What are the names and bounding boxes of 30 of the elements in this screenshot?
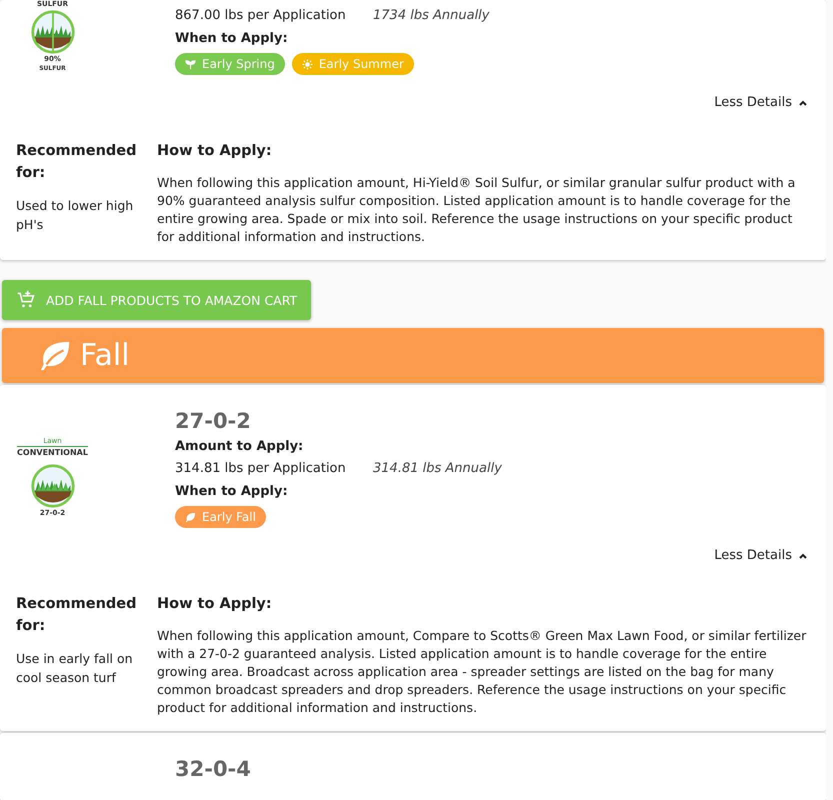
- when-to-apply-label: When to Apply:: [175, 484, 289, 499]
- less-details-toggle[interactable]: Less Details: [714, 95, 808, 110]
- product-title: 27-0-2: [175, 409, 252, 433]
- instructions-text: When following this application amount, Hi-Yield® Soil Sulfur, or similar granular sulfur product with a 90% guaranteed analysis sulfur composition. Listed application amount is to handle coverage for the entire growing area. Spade or mix into soil. Reference the usage instructions on your specific product for additional information and instructions.: [157, 174, 796, 246]
- recommended-text: Used to lower high pH's: [16, 197, 134, 234]
- less-details-toggle[interactable]: Less Details: [714, 548, 808, 563]
- when-to-apply-label: When to Apply:: [175, 31, 289, 46]
- label-text: CONVENTIONAL: [17, 446, 88, 457]
- season-chip: Early Fall: [175, 506, 266, 528]
- how-to-apply-heading: How to Apply:: [157, 595, 273, 614]
- leaf-icon: [185, 512, 196, 522]
- sprout-icon: [185, 58, 196, 70]
- annual-amount-text: 1734 lbs Annually: [373, 8, 490, 23]
- amount-to-apply-label: Amount to Apply:: [175, 439, 304, 454]
- how-to-apply-heading: How to Apply:: [157, 142, 273, 161]
- recommended-text: Use in early fall on cool season turf: [16, 650, 134, 687]
- season-title: Fall: [80, 338, 130, 373]
- product-title: 32-0-4: [175, 757, 252, 781]
- recommended-for-heading: Recommended for:: [16, 595, 138, 636]
- season-chip: Early Summer: [292, 53, 414, 75]
- season-chip: Early Spring: [175, 53, 285, 75]
- per-application-text: 314.81 lbs per Application: [175, 461, 347, 476]
- sun-icon: [302, 58, 313, 70]
- per-application-text: 867.00 lbs per Application: [175, 8, 347, 23]
- cart-add-icon: [16, 290, 36, 310]
- recommended-for-heading: Recommended for:: [16, 142, 138, 183]
- grass-soil-icon: [30, 463, 76, 509]
- instructions-text: When following this application amount, Compare to Scotts® Green Max Lawn Food, or similar fertilizer with a 27-0-2 guaranteed analysis. Listed application amount is to handle coverage for the entire growing area. Broadcast across application area - spreader settings are listed on the bag for many common broadcast spreaders and drop spreaders. Reference the usage instructions on your specific product for additional information and instructions.: [157, 627, 808, 717]
- grass-soil-icon: [30, 9, 76, 55]
- annual-amount-text: 314.81 lbs Annually: [373, 461, 502, 476]
